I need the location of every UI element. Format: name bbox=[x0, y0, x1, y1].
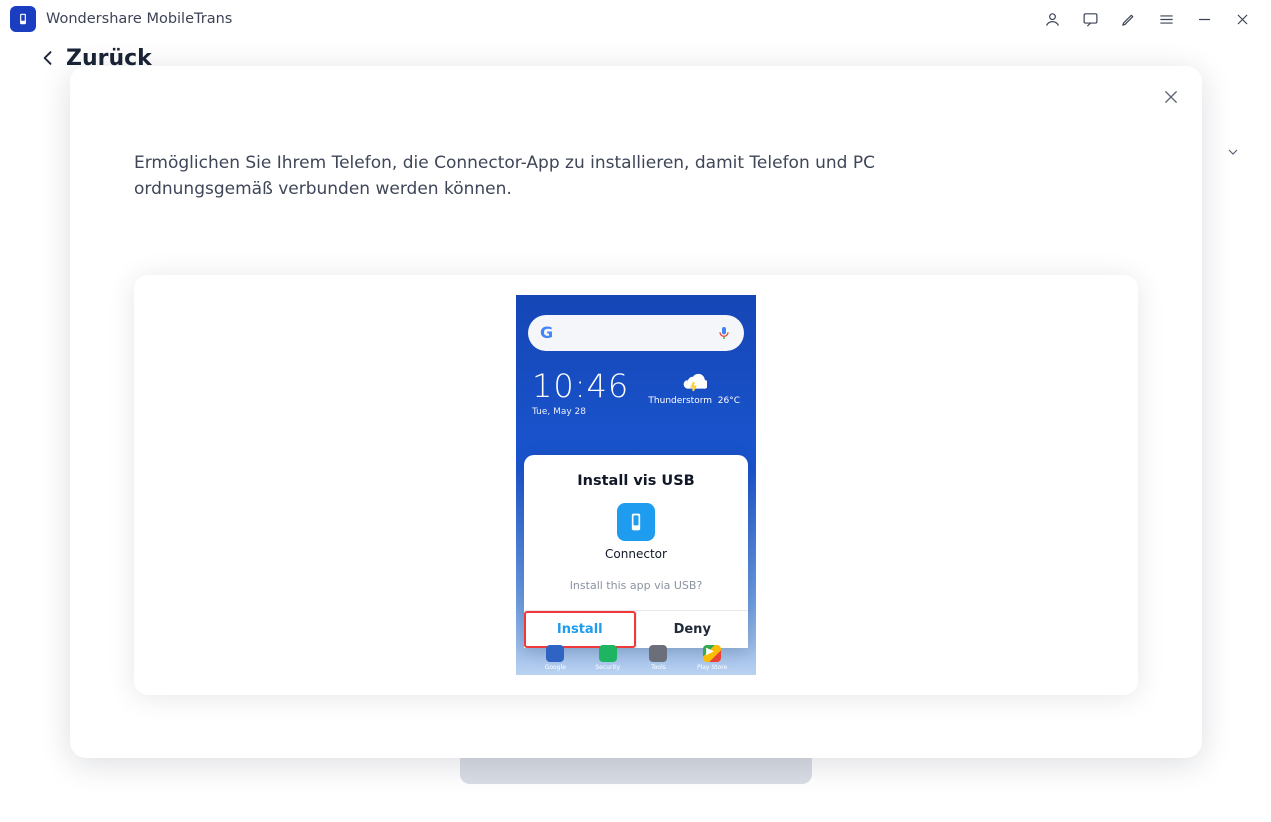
app-logo bbox=[10, 6, 36, 32]
close-modal-button[interactable] bbox=[1158, 84, 1184, 110]
titlebar: Wondershare MobileTrans bbox=[0, 0, 1271, 38]
close-icon bbox=[1162, 88, 1180, 106]
account-icon[interactable] bbox=[1033, 2, 1071, 36]
phone-search-bar: G bbox=[528, 315, 744, 351]
popup-title: Install vis USB bbox=[536, 473, 736, 489]
phone-date: Tue, May 28 bbox=[532, 407, 629, 417]
connector-app-icon bbox=[617, 503, 655, 541]
phone-time: 10:46 bbox=[532, 367, 629, 405]
thunderstorm-icon bbox=[681, 367, 707, 393]
install-connector-modal: Ermöglichen Sie Ihrem Telefon, die Conne… bbox=[70, 66, 1202, 758]
modal-message: Ermöglichen Sie Ihrem Telefon, die Conne… bbox=[70, 66, 990, 203]
popup-app-name: Connector bbox=[536, 547, 736, 561]
popup-question: Install this app via USB? bbox=[536, 579, 736, 592]
mic-icon bbox=[716, 325, 732, 341]
phone-install-popup: Install vis USB Connector Install this a… bbox=[524, 455, 748, 648]
feedback-icon[interactable] bbox=[1071, 2, 1109, 36]
app-title: Wondershare MobileTrans bbox=[46, 11, 232, 27]
chevron-left-icon bbox=[38, 48, 58, 68]
minimize-button[interactable] bbox=[1185, 2, 1223, 36]
menu-icon[interactable] bbox=[1147, 2, 1185, 36]
phone-clock: 10:46 Tue, May 28 Thunderstorm 26°C bbox=[516, 351, 756, 421]
google-logo-icon: G bbox=[540, 323, 553, 342]
close-window-button[interactable] bbox=[1223, 2, 1261, 36]
phone-mock: G 10:46 Tue, May 28 Thunderstorm 26°C In… bbox=[516, 295, 756, 675]
edit-icon[interactable] bbox=[1109, 2, 1147, 36]
phone-dock: Google Security Tools Play Store bbox=[516, 641, 756, 675]
illustration-panel: G 10:46 Tue, May 28 Thunderstorm 26°C In… bbox=[134, 275, 1138, 695]
phone-weather: Thunderstorm 26°C bbox=[648, 367, 740, 417]
chevron-down-icon bbox=[1225, 144, 1241, 164]
